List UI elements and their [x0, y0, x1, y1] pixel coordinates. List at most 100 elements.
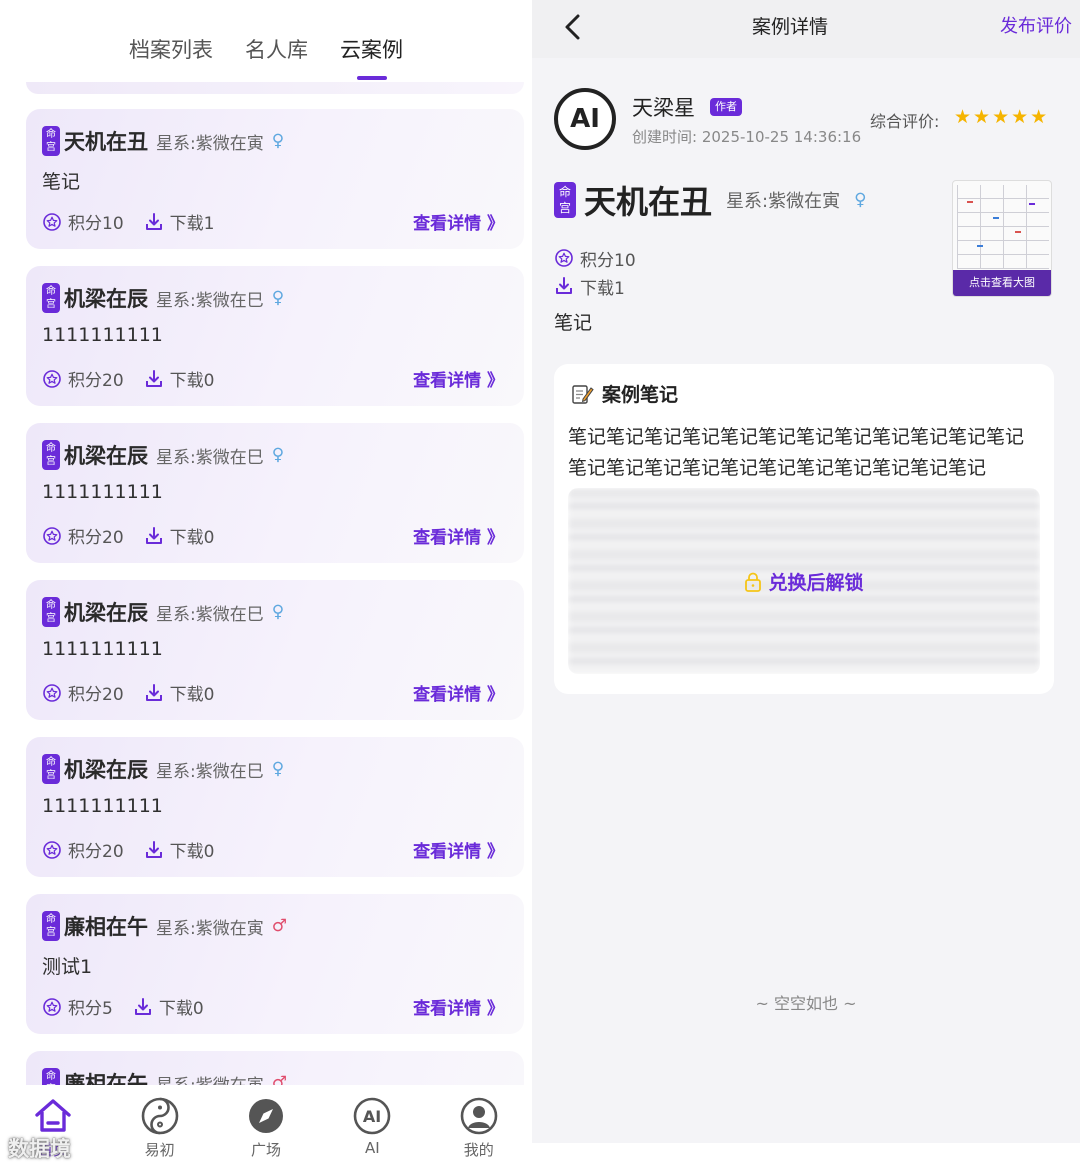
download-icon	[556, 277, 572, 294]
download-icon	[145, 369, 162, 387]
chart-thumbnail-image	[957, 185, 1049, 269]
card-header: 命宫机梁在辰 星系:紫微在巳 ♀	[42, 282, 284, 314]
view-large-button[interactable]: 点击查看大图	[953, 270, 1051, 296]
case-name: 天机在丑	[584, 183, 713, 221]
case-stats: 积分10 下载1	[554, 244, 636, 300]
card-name: 机梁在辰	[64, 601, 148, 625]
thumb-mark	[967, 201, 973, 203]
points-row: 积分10	[554, 244, 636, 272]
notes-title-text: 案例笔记	[602, 384, 679, 406]
case-card[interactable]: 命宫天机在丑 星系:紫微在寅 ♀ 笔记积分10 下载1 查看详情 》	[26, 109, 524, 249]
star-badge-icon	[43, 369, 61, 388]
nav-ai[interactable]: AI AI	[327, 1095, 417, 1157]
card-name: 机梁在辰	[64, 287, 148, 311]
thumb-mark	[1015, 231, 1021, 233]
nav-label: 我的	[463, 1141, 494, 1159]
nav-label: AI	[365, 1139, 380, 1157]
female-icon: ♀	[854, 190, 867, 210]
download-icon	[145, 526, 162, 544]
card-system: 星系:紫微在巳	[156, 761, 264, 782]
male-icon: ♂	[271, 1073, 287, 1085]
palace-badge: 命宫	[42, 1068, 60, 1085]
chart-thumbnail[interactable]: 点击查看大图	[952, 180, 1052, 297]
card-name: 廉相在午	[64, 1072, 148, 1085]
view-details-link[interactable]: 查看详情 》	[413, 366, 504, 391]
thumb-mark	[977, 245, 983, 247]
bottom-nav: 首页 易初 广场 AI AI 我的	[0, 1085, 532, 1168]
points-value: 积分20	[68, 842, 124, 862]
card-system: 星系:紫微在寅	[156, 918, 264, 939]
view-details-link[interactable]: 查看详情 》	[413, 523, 504, 548]
bottom-strip	[532, 1143, 1080, 1168]
download-icon	[134, 997, 151, 1015]
locked-content[interactable]: 兑换后解锁	[568, 488, 1040, 674]
card-stats: 积分5 下载0	[42, 994, 204, 1019]
view-details-link[interactable]: 查看详情 》	[413, 680, 504, 705]
tab-profile-list[interactable]: 档案列表	[129, 30, 213, 70]
downloads-value: 下载0	[169, 685, 215, 705]
case-card[interactable]: 命宫机梁在辰 星系:紫微在巳 ♀ 1111111111 积分20 下载0 查看详情 》	[26, 580, 524, 720]
empty-state: ~ 空空如也 ~	[755, 994, 857, 1013]
view-details-link[interactable]: 查看详情 》	[413, 837, 504, 862]
case-list-screen: 档案列表 名人库 云案例 命宫天机在丑 星系:紫微在寅 ♀ 笔记 积分10 下载1 查看详情…	[0, 0, 532, 1168]
case-card[interactable]: 命宫机梁在辰 星系:紫微在巳 ♀ 1111111111 积分20 下载0 查看详情 》	[26, 423, 524, 563]
yin-yang-icon	[141, 1097, 178, 1135]
home-icon	[35, 1099, 71, 1132]
compass-icon	[248, 1099, 283, 1133]
star-badge-icon	[43, 683, 61, 702]
male-icon: ♂	[271, 916, 287, 936]
case-card[interactable]: 命宫廉相在午星系:紫微在寅 ♂	[26, 1051, 524, 1085]
unlock-button[interactable]: 兑换后解锁	[568, 568, 1040, 595]
card-stats: 积分20 下载0	[42, 523, 214, 548]
memo-icon	[572, 384, 594, 404]
palace-badge: 命宫	[42, 754, 60, 784]
female-icon: ♀	[271, 759, 285, 779]
card-stats: 积分10 下载1	[42, 209, 214, 234]
tab-celebrity[interactable]: 名人库	[245, 30, 308, 70]
downloads-value: 下载1	[580, 278, 625, 299]
svg-text:AI: AI	[363, 1107, 381, 1126]
case-card[interactable]: 命宫廉相在午 星系:紫微在寅 ♂ 测试1 积分5 下载0 查看详情 》	[26, 894, 524, 1034]
thumb-mark	[1029, 203, 1035, 205]
downloads-value: 下载1	[169, 214, 215, 234]
notes-text: 笔记笔记笔记笔记笔记笔记笔记笔记笔记笔记笔记笔记笔记笔记笔记笔记笔记笔记笔记笔记…	[568, 426, 1025, 479]
card-note: 笔记	[42, 171, 81, 193]
notes-title: 案例笔记	[570, 380, 678, 407]
case-card[interactable]: 命宫机梁在辰 星系:紫微在巳 ♀ 1111111111 积分20 下载0 查看详情 》	[26, 737, 524, 877]
card-note: 1111111111	[42, 324, 163, 346]
case-list[interactable]: 命宫天机在丑 星系:紫微在寅 ♀ 笔记 积分10 下载1 查看详情 》命宫机梁在辰 星系:紫微…	[0, 82, 532, 1085]
top-bar: 案例详情 发布评价	[532, 0, 1080, 58]
points-value: 积分10	[580, 250, 636, 271]
case-card[interactable]: 命宫机梁在辰 星系:紫微在巳 ♀ 1111111111 积分20 下载0 查看详情 》	[26, 266, 524, 406]
tab-cloud-case[interactable]: 云案例	[340, 30, 403, 80]
card-system: 星系:紫微在巳	[156, 447, 264, 468]
view-details-link[interactable]: 查看详情 》	[413, 209, 504, 234]
avatar[interactable]: AI	[554, 88, 616, 150]
view-details-link[interactable]: 查看详情 》	[413, 994, 504, 1019]
points-value: 积分5	[68, 999, 113, 1019]
nav-mine[interactable]: 我的	[434, 1095, 524, 1160]
author-name: 天梁星	[632, 96, 695, 120]
created-time: 创建时间: 2025-10-25 14:36:16	[632, 128, 862, 146]
case-detail-screen: 案例详情 发布评价 AI 天梁星 作者 创建时间: 2025-10-25 14:…	[532, 0, 1080, 1168]
card-partial[interactable]	[26, 82, 524, 94]
publish-review-button[interactable]: 发布评价	[1000, 12, 1072, 38]
palace-badge: 命宫	[42, 283, 60, 313]
palace-badge: 命宫	[42, 911, 60, 941]
card-note: 1111111111	[42, 795, 163, 817]
female-icon: ♀	[271, 445, 285, 465]
download-icon	[145, 840, 162, 858]
card-header: 命宫天机在丑 星系:紫微在寅 ♀	[42, 125, 284, 157]
case-notes-panel: 案例笔记 笔记笔记笔记笔记笔记笔记笔记笔记笔记笔记笔记笔记笔记笔记笔记笔记笔记笔…	[554, 364, 1054, 694]
palace-badge: 命宫	[42, 440, 60, 470]
card-system: 星系:紫微在巳	[156, 290, 264, 311]
lock-icon	[745, 572, 762, 592]
user-icon	[460, 1097, 498, 1135]
card-name: 天机在丑	[64, 130, 148, 154]
card-stats: 积分20 下载0	[42, 837, 214, 862]
card-header: 命宫机梁在辰 星系:紫微在巳 ♀	[42, 439, 284, 471]
palace-badge: 命宫	[42, 597, 60, 627]
nav-square[interactable]: 广场	[221, 1095, 311, 1160]
nav-yichu[interactable]: 易初	[115, 1095, 205, 1160]
thumb-mark	[993, 217, 999, 219]
